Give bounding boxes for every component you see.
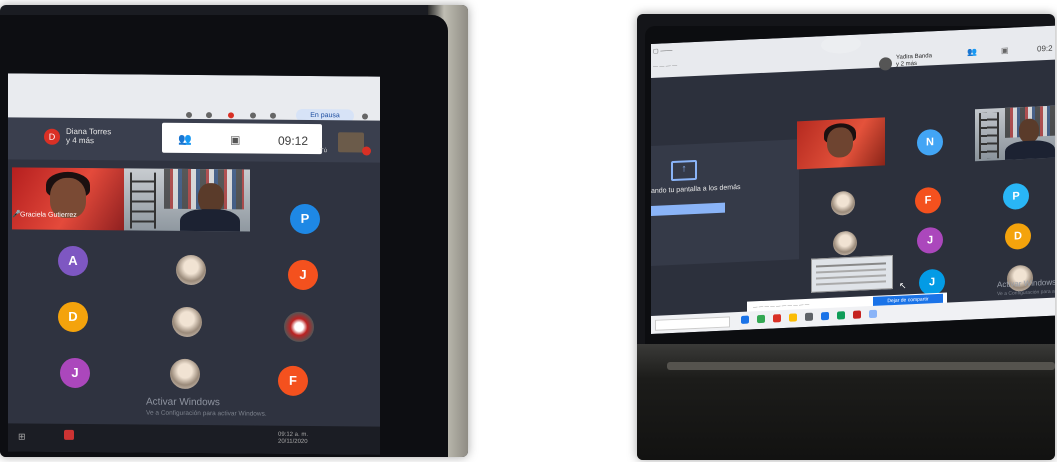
profile-icon[interactable]	[270, 112, 276, 119]
participant-avatar[interactable]: D	[58, 301, 88, 333]
background-object	[130, 172, 156, 229]
windows-activation-subtitle: Ve a Configuración para activ	[997, 288, 1055, 298]
taskbar-app-icon[interactable]	[869, 309, 877, 319]
meeting-clock: 09:2	[1037, 43, 1053, 54]
record-icon[interactable]	[228, 112, 234, 119]
taskbar-app-icon[interactable]	[837, 311, 845, 320]
participant-avatar[interactable]: P	[290, 203, 320, 235]
self-muted-badge	[362, 146, 371, 156]
participant-avatar[interactable]: P	[1003, 182, 1029, 211]
browser-tab[interactable]: ▢ ——	[653, 44, 743, 58]
participant-body	[180, 208, 240, 232]
self-view-label: Tú	[320, 148, 328, 155]
people-icon[interactable]: 👥	[967, 47, 977, 56]
host-name-line1: Diana Torres	[66, 126, 112, 137]
participant-photo-avatar[interactable]	[284, 311, 314, 343]
participant-photo-avatar[interactable]	[176, 254, 206, 286]
video-tile-speaker[interactable]	[797, 117, 885, 170]
taskbar-app-icon[interactable]	[789, 313, 797, 322]
background-object	[979, 112, 999, 160]
more-menu-icon[interactable]	[362, 113, 368, 120]
video-tile-student[interactable]	[975, 105, 1055, 162]
present-button[interactable]	[651, 202, 725, 216]
participant-photo-avatar[interactable]	[172, 306, 202, 338]
meet-screen: En pausa D Diana Torres y 4 más 👥 ▣ 09:1…	[8, 73, 380, 455]
host-name-line2: y 2 más	[896, 60, 918, 68]
speaker-name: Graciela Gutierrez	[20, 211, 77, 219]
windows-start-icon[interactable]: ⊞	[18, 431, 26, 442]
mouse-cursor-icon: ↖	[899, 280, 907, 291]
participant-photo-avatar[interactable]	[833, 230, 857, 256]
windows-activation-title: Activar Windows	[146, 396, 220, 409]
extension-icon[interactable]	[186, 111, 192, 118]
meeting-clock: 09:12	[278, 133, 309, 148]
video-tile-student[interactable]	[124, 168, 250, 232]
participant-avatar[interactable]: D	[1005, 222, 1031, 250]
puzzle-icon[interactable]	[250, 112, 256, 119]
star-icon[interactable]	[206, 112, 212, 119]
taskbar-app-icon[interactable]	[741, 315, 749, 324]
participant-avatar[interactable]: J	[917, 226, 943, 254]
participant-avatar[interactable]: F	[278, 365, 308, 396]
host-avatar: D	[44, 128, 60, 145]
participant-body	[1005, 139, 1055, 162]
monitor-bezel: En pausa D Diana Torres y 4 más 👥 ▣ 09:1…	[0, 15, 448, 457]
host-avatar	[879, 57, 892, 71]
laptop-hinge	[667, 362, 1055, 370]
screen-glare	[821, 34, 861, 55]
host-name: Yadira Banda y 2 más	[896, 53, 932, 69]
people-icon[interactable]: 👥	[178, 133, 192, 146]
windows-taskbar: ⊞	[8, 423, 380, 455]
chat-icon[interactable]: ▣	[230, 133, 240, 146]
taskbar-app-icon[interactable]	[821, 311, 829, 321]
windows-activation-subtitle: Ve a Configuración para activar Windows.	[146, 409, 267, 418]
taskbar-app-icon[interactable]	[853, 310, 861, 319]
taskbar-app-icon[interactable]	[805, 312, 813, 322]
participant-avatar[interactable]: J	[288, 259, 318, 291]
participant-face	[827, 126, 853, 159]
photo-left-laptop: En pausa D Diana Torres y 4 más 👥 ▣ 09:1…	[0, 5, 468, 457]
tray-date: 20/11/2020	[278, 438, 308, 445]
self-view[interactable]	[338, 132, 364, 153]
chat-icon[interactable]: ▣	[1001, 46, 1009, 55]
participant-avatar[interactable]: A	[58, 245, 88, 277]
presenting-message: ando tu pantalla a los demás	[651, 183, 741, 195]
screen-share-preview[interactable]	[811, 255, 893, 293]
participant-photo-avatar[interactable]	[831, 190, 855, 216]
video-tile-speaker[interactable]: 🎤 Graciela Gutierrez	[12, 167, 124, 231]
participant-photo-avatar[interactable]	[170, 358, 200, 390]
meet-screen: ▢ —— — — — — 👥 ▣ 09:2 Yadira Banda y 2 m…	[651, 25, 1055, 334]
taskbar-app-icon[interactable]	[757, 314, 765, 324]
presenting-panel: ↑ ando tu pantalla a los demás	[651, 139, 799, 266]
taskbar-search[interactable]	[655, 316, 730, 331]
participant-avatar[interactable]: F	[915, 186, 941, 215]
participant-avatar[interactable]: J	[919, 268, 945, 296]
address-bar[interactable]: — — — —	[653, 63, 677, 70]
taskbar-app-icon[interactable]	[64, 429, 74, 440]
present-screen-icon: ↑	[671, 159, 697, 182]
taskbar-app-icon[interactable]	[773, 314, 781, 323]
host-name-line2: y 4 más	[66, 135, 95, 146]
host-name: Diana Torres y 4 más	[66, 127, 111, 145]
windows-activation-title: Activar Windows	[997, 277, 1055, 290]
photo-right-laptop: ▢ —— — — — — 👥 ▣ 09:2 Yadira Banda y 2 m…	[637, 14, 1055, 460]
system-tray: 09:12 a. m. 20/11/2020	[278, 432, 308, 446]
participant-avatar[interactable]: J	[60, 357, 90, 389]
participant-avatar[interactable]: N	[917, 128, 943, 156]
